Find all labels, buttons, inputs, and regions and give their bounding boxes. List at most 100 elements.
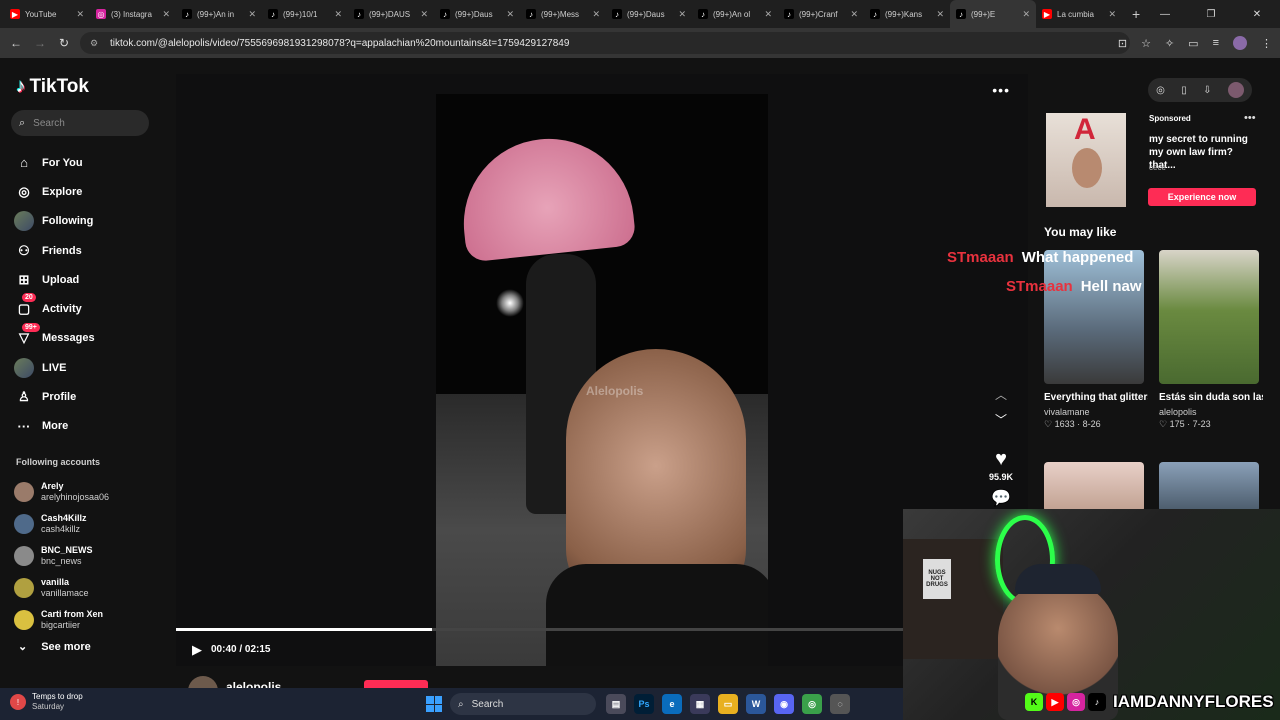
tab-close-icon[interactable]: ✕ (248, 9, 256, 20)
chevron-down-icon[interactable]: ﹀ (995, 411, 1007, 428)
word-icon[interactable]: W (746, 694, 766, 714)
browser-tab[interactable]: ♪ (99+)Daus ✕ (606, 0, 692, 28)
tab-close-icon[interactable]: ✕ (506, 9, 514, 20)
folder-icon[interactable]: ▭ (718, 694, 738, 714)
sidebar-item-messages[interactable]: ▽ 99+ Messages (14, 322, 164, 353)
ad-thumbnail[interactable]: A (1046, 113, 1126, 207)
browser-tab[interactable]: ◎ (3) Instagra ✕ (90, 0, 176, 28)
user-avatar[interactable] (1227, 82, 1244, 98)
tab-close-icon[interactable]: ✕ (1022, 9, 1030, 20)
url-field[interactable]: ⚙ tiktok.com/@alelopolis/video/755569698… (80, 32, 1130, 54)
media-icon[interactable]: ≡ (1213, 37, 1219, 49)
sidebar-item-upload[interactable]: ⊞ Upload (14, 265, 164, 294)
tab-title: (99+)Daus (455, 9, 493, 19)
profile-avatar[interactable] (1233, 36, 1247, 50)
recommended-card[interactable]: Estás sin duda son las botas que... alel… (1159, 250, 1263, 430)
following-account[interactable]: Carti from Xen bigcartiier (14, 604, 164, 636)
app-icon[interactable]: ◌ (830, 694, 850, 714)
tab-close-icon[interactable]: ✕ (764, 9, 772, 20)
card-thumbnail[interactable] (1159, 462, 1259, 512)
browser-tab[interactable]: ♪ (99+)Daus ✕ (434, 0, 520, 28)
browser-tab[interactable]: ♪ (99+)10/1 ✕ (262, 0, 348, 28)
sidebar-item-friends[interactable]: ⚇ Friends (14, 236, 164, 265)
forward-icon[interactable]: → (28, 36, 52, 50)
extensions-icon[interactable]: ✧ (1165, 37, 1174, 50)
ad-more-icon[interactable]: ••• (1244, 112, 1256, 124)
browser-tab[interactable]: ♪ (99+)Mess ✕ (520, 0, 606, 28)
install-icon[interactable]: ⊡ (1118, 37, 1127, 50)
back-icon[interactable]: ← (4, 36, 28, 50)
edge-icon[interactable]: e (662, 694, 682, 714)
browser-tab[interactable]: ♪ (99+)An in ✕ (176, 0, 262, 28)
tab-close-icon[interactable]: ✕ (76, 9, 84, 20)
video-player[interactable]: Alelopolis ••• ▶ 00:40 / 02:15 (176, 74, 1028, 666)
coin-icon[interactable]: ◎ (1156, 85, 1165, 96)
following-account[interactable]: Cash4Killz cash4killz (14, 508, 164, 540)
tab-close-icon[interactable]: ✕ (592, 9, 600, 20)
card-thumbnail[interactable] (1159, 250, 1259, 384)
sidebar-item-explore[interactable]: ◎ Explore (14, 177, 164, 206)
file-explorer-icon[interactable]: ▤ (606, 694, 626, 714)
tab-close-icon[interactable]: ✕ (1108, 9, 1116, 20)
card-thumbnail[interactable] (1044, 250, 1144, 384)
see-more-button[interactable]: ⌄ See more (18, 640, 91, 654)
following-account[interactable]: Arely arelyhinojosaa06 (14, 476, 164, 508)
sidebar-item-profile[interactable]: ♙ Profile (14, 382, 164, 411)
tab-close-icon[interactable]: ✕ (936, 9, 944, 20)
sidebar-item-following[interactable]: Following (14, 207, 164, 236)
play-icon[interactable]: ▶ (192, 642, 202, 658)
like-heart-icon[interactable]: ♥ (995, 448, 1007, 471)
tab-close-icon[interactable]: ✕ (420, 9, 428, 20)
recommended-card[interactable]: Everything that glitters in Hollywoo... … (1044, 250, 1148, 430)
menu-icon[interactable]: ⋮ (1261, 37, 1272, 50)
browser-tab[interactable]: ♪ (99+)An ol ✕ (692, 0, 778, 28)
minimize-icon[interactable]: — (1142, 9, 1188, 20)
card-title[interactable]: Everything that glitters in Hollywoo... (1044, 390, 1148, 405)
tab-close-icon[interactable]: ✕ (850, 9, 858, 20)
browser-tab[interactable]: ♪ (99+)DAUS ✕ (348, 0, 434, 28)
photoshop-icon[interactable]: Ps (634, 694, 654, 714)
weather-widget[interactable]: ! Temps to drop Saturday (10, 692, 83, 712)
browser-tab[interactable]: ▶ La cumbia ✕ (1036, 0, 1122, 28)
following-account[interactable]: vanilla vanillamace (14, 572, 164, 604)
experience-now-button[interactable]: Experience now (1148, 188, 1256, 206)
chrome-icon[interactable]: ◎ (802, 694, 822, 714)
sidebar-item-live[interactable]: LIVE (14, 353, 164, 382)
maximize-icon[interactable]: ❐ (1188, 9, 1234, 20)
video-progress-bar[interactable] (176, 628, 1028, 631)
browser-tab[interactable]: ♪ (99+)Cranf ✕ (778, 0, 864, 28)
tab-close-icon[interactable]: ✕ (334, 9, 342, 20)
tab-close-icon[interactable]: ✕ (162, 9, 170, 20)
download-icon[interactable]: ⇩ (1203, 85, 1211, 96)
close-window-icon[interactable]: ✕ (1234, 9, 1280, 20)
new-tab-icon[interactable]: + (1132, 6, 1140, 22)
tiktok-logo[interactable]: ♪ TikTok (16, 76, 89, 98)
card-author[interactable]: vivalamane (1044, 407, 1148, 417)
sidebar-icon[interactable]: ▭ (1188, 37, 1198, 50)
following-account[interactable]: BNC_NEWS bnc_news (14, 540, 164, 572)
reload-icon[interactable]: ↻ (52, 36, 76, 50)
store-icon[interactable]: ▦ (690, 694, 710, 714)
tab-close-icon[interactable]: ✕ (678, 9, 686, 20)
card-thumbnail[interactable] (1044, 462, 1144, 512)
device-icon[interactable]: ▯ (1181, 85, 1187, 96)
comment-icon[interactable]: 💬 (991, 488, 1011, 508)
sidebar-item-more[interactable]: ··· More (14, 412, 164, 441)
sidebar-item-for-you[interactable]: ⌂ For You (14, 148, 164, 177)
video-frame[interactable]: Alelopolis (436, 94, 768, 666)
search-input[interactable]: ⌕ Search (11, 110, 149, 136)
taskbar-search[interactable]: ⌕ Search (450, 693, 596, 715)
card-title[interactable]: Estás sin duda son las botas que... (1159, 390, 1263, 405)
browser-tab[interactable]: ♪ (99+)Kans ✕ (864, 0, 950, 28)
browser-tab[interactable]: ♪ (99+)E ✕ (950, 0, 1036, 28)
you-may-like-heading: You may like (1044, 225, 1117, 239)
browser-tab[interactable]: ▶ YouTube ✕ (4, 0, 90, 28)
chevron-up-icon[interactable]: ︿ (995, 386, 1007, 403)
site-info-icon[interactable]: ⚙ (90, 38, 100, 49)
video-more-options-icon[interactable]: ••• (992, 82, 1010, 98)
discord-icon[interactable]: ◉ (774, 694, 794, 714)
bookmark-star-icon[interactable]: ☆ (1141, 37, 1151, 50)
card-author[interactable]: alelopolis (1159, 407, 1263, 417)
sidebar-item-activity[interactable]: ▢ 20 Activity (14, 293, 164, 323)
windows-start-icon[interactable] (426, 696, 442, 712)
